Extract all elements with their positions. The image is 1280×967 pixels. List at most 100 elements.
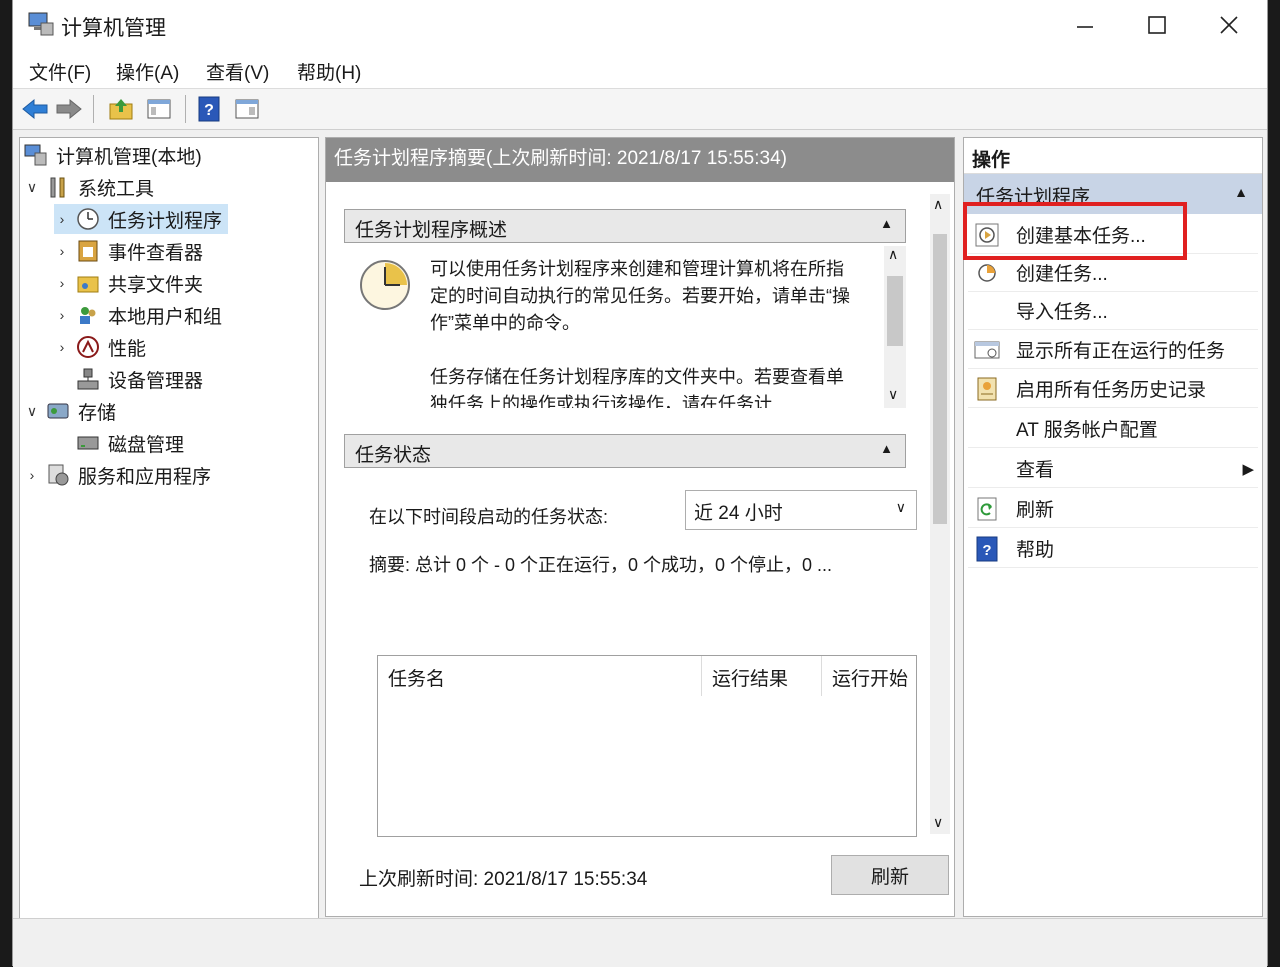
event-viewer-icon — [78, 240, 98, 262]
scroll-up-icon[interactable]: ∧ — [888, 246, 898, 263]
chevron-down-icon[interactable]: ∨ — [24, 179, 40, 196]
submenu-arrow-icon: ▶ — [1242, 460, 1254, 478]
show-hide-tree-button[interactable] — [143, 93, 175, 125]
menu-file[interactable]: 文件(F) — [29, 58, 91, 85]
forward-arrow-icon — [56, 98, 82, 120]
last-refresh-label: 上次刷新时间: 2021/8/17 15:55:34 — [359, 869, 648, 890]
tree-item-services-apps[interactable]: › 服务和应用程序 — [24, 460, 211, 490]
chevron-right-icon[interactable]: › — [24, 467, 40, 483]
chevron-right-icon[interactable]: › — [54, 275, 70, 291]
forward-button[interactable] — [53, 93, 85, 125]
back-arrow-icon — [22, 98, 48, 120]
menu-view[interactable]: 查看(V) — [206, 58, 269, 85]
console-tree-icon — [147, 99, 171, 119]
maximize-button[interactable] — [1129, 6, 1185, 44]
scroll-thumb[interactable] — [933, 234, 947, 524]
tree-item-disk-management[interactable]: 磁盘管理 — [76, 428, 184, 458]
column-header-task-name[interactable]: 任务名 — [378, 656, 702, 696]
chevron-right-icon[interactable]: › — [54, 243, 70, 259]
scroll-up-icon[interactable]: ∧ — [933, 196, 943, 213]
svg-text:?: ? — [982, 542, 991, 559]
dropdown-value: 近 24 小时 — [694, 503, 783, 524]
chevron-down-icon: ∨ — [895, 499, 906, 515]
column-header-run-start[interactable]: 运行开始 — [822, 656, 916, 696]
performance-icon — [77, 336, 99, 358]
chevron-right-icon[interactable]: › — [54, 307, 70, 323]
chevron-right-icon[interactable]: › — [54, 339, 70, 355]
tree-item-device-manager[interactable]: 设备管理器 — [76, 364, 203, 394]
action-refresh[interactable]: 刷新 — [968, 490, 1258, 528]
overview-paragraph-2: 任务存储在任务计划程序库的文件夹中。若要查看单独任务上的操作或执行该操作，请在任… — [430, 367, 844, 408]
overview-section-header[interactable]: 任务计划程序概述 ▲ — [344, 209, 906, 243]
scroll-thumb[interactable] — [887, 276, 903, 346]
tree-item-shared-folders[interactable]: › 共享文件夹 — [54, 268, 203, 298]
up-folder-button[interactable] — [105, 93, 137, 125]
task-status-section-header[interactable]: 任务状态 ▲ — [344, 434, 906, 468]
menu-bar: 文件(F) 操作(A) 查看(V) 帮助(H) — [13, 50, 1267, 89]
storage-icon — [47, 403, 69, 419]
tree-item-event-viewer[interactable]: › 事件查看器 — [54, 236, 203, 266]
status-bar — [13, 918, 1267, 967]
chevron-down-icon[interactable]: ∨ — [24, 403, 40, 420]
time-period-dropdown[interactable]: 近 24 小时 ∨ — [685, 490, 917, 530]
overview-paragraph-1: 可以使用任务计划程序来创建和管理计算机将在所指定的时间自动执行的常见任务。若要开… — [430, 259, 850, 333]
collapse-caret-icon[interactable]: ▲ — [880, 441, 893, 456]
center-scrollbar[interactable]: ∧ ∨ — [930, 194, 950, 834]
tree-label: 本地用户和组 — [108, 306, 223, 328]
toolbar: ? — [13, 89, 1267, 130]
action-help[interactable]: ? 帮助 — [968, 530, 1258, 568]
tree-item-task-scheduler[interactable]: › 任务计划程序 — [54, 204, 229, 234]
tree-label: 存储 — [78, 402, 117, 424]
svg-text:?: ? — [204, 102, 214, 119]
menu-action[interactable]: 操作(A) — [116, 58, 179, 85]
scroll-down-icon[interactable]: ∨ — [888, 386, 898, 403]
tree-item-root[interactable]: 计算机管理(本地) — [24, 140, 202, 170]
help-toolbar-button[interactable]: ? — [193, 93, 225, 125]
app-window: 计算机管理 文件(F) 操作(A) 查看(V) 帮助(H) ? 计算机管理(本地… — [12, 0, 1268, 967]
disk-icon — [77, 436, 99, 450]
minimize-icon — [1077, 26, 1093, 28]
action-import-task[interactable]: 导入任务... — [968, 292, 1258, 330]
title-bar: 计算机管理 — [13, 0, 1267, 50]
chevron-right-icon[interactable]: › — [54, 211, 70, 227]
overview-body: 可以使用任务计划程序来创建和管理计算机将在所指定的时间自动执行的常见任务。若要开… — [344, 246, 906, 408]
maximize-icon — [1148, 16, 1166, 34]
tree-label: 共享文件夹 — [108, 274, 204, 296]
back-button[interactable] — [19, 93, 51, 125]
device-manager-icon — [77, 368, 99, 390]
help-icon: ? — [974, 536, 1000, 562]
computer-management-icon — [28, 12, 54, 36]
tree-label: 服务和应用程序 — [78, 466, 212, 488]
column-header-run-result[interactable]: 运行结果 — [702, 656, 822, 696]
overview-title: 任务计划程序概述 — [355, 220, 508, 241]
menu-help[interactable]: 帮助(H) — [297, 58, 361, 85]
tree-item-performance[interactable]: › 性能 — [54, 332, 146, 362]
overview-scrollbar[interactable]: ∧ ∨ — [884, 246, 906, 408]
task-status-title: 任务状态 — [355, 445, 432, 466]
clock-icon — [77, 208, 99, 230]
scroll-down-icon[interactable]: ∨ — [933, 814, 943, 831]
view-icon — [974, 456, 1000, 482]
create-task-icon — [974, 260, 1000, 286]
action-enable-task-history[interactable]: 启用所有任务历史记录 — [968, 370, 1258, 408]
tree-label: 系统工具 — [78, 178, 155, 200]
folder-up-icon — [109, 99, 133, 120]
task-summary-text: 摘要: 总计 0 个 - 0 个正在运行，0 个成功，0 个停止，0 ... — [369, 555, 833, 575]
action-at-service-account[interactable]: AT 服务帐户配置 — [968, 410, 1258, 448]
minimize-button[interactable] — [1057, 6, 1113, 44]
help-icon: ? — [198, 96, 220, 122]
tree-item-system-tools[interactable]: ∨ 系统工具 — [24, 172, 154, 202]
collapse-caret-icon[interactable]: ▲ — [1234, 184, 1248, 200]
tools-icon — [50, 177, 65, 198]
close-button[interactable] — [1201, 6, 1257, 44]
tree-item-storage[interactable]: ∨ 存储 — [24, 396, 116, 426]
action-show-running-tasks[interactable]: 显示所有正在运行的任务 — [968, 331, 1258, 369]
actions-title: 操作 — [964, 138, 1262, 174]
tree-item-local-users[interactable]: › 本地用户和组 — [54, 300, 222, 330]
action-view[interactable]: 查看 ▶ — [968, 450, 1258, 488]
show-hide-action-pane-button[interactable] — [231, 93, 263, 125]
collapse-caret-icon[interactable]: ▲ — [880, 216, 893, 231]
refresh-button[interactable]: 刷新 — [831, 855, 949, 895]
tree-label: 性能 — [108, 338, 147, 360]
refresh-icon — [974, 496, 1000, 522]
